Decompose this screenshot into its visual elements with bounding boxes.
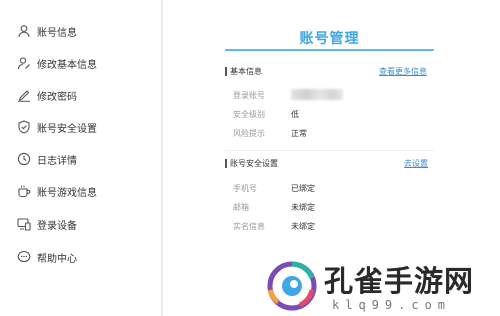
mug-icon <box>17 184 31 198</box>
row-label-risk-notice: 风险提示 <box>233 129 265 138</box>
peacock-logo-icon <box>266 260 318 312</box>
sidebar-item-label: 账号游戏信息 <box>37 187 97 199</box>
watermark-site-name: 孔雀手游网 <box>324 264 475 298</box>
sidebar-item-label: 日志详情 <box>37 155 77 167</box>
user-icon <box>17 24 31 38</box>
sidebar-item-edit-basic-info[interactable]: 修改基本信息 <box>17 52 97 74</box>
sidebar-item-label: 帮助中心 <box>37 253 77 265</box>
watermark-url: klq99.com <box>332 298 452 312</box>
sidebar-item-game-info[interactable]: 账号游戏信息 <box>17 180 97 202</box>
watermark: 孔雀手游网 klq99.com <box>262 258 500 316</box>
sidebar-item-security-settings[interactable]: 账号安全设置 <box>17 116 97 138</box>
user-edit-icon <box>17 56 31 70</box>
section-heading-basic-info: 基本信息 <box>225 67 262 76</box>
clock-icon <box>17 152 31 166</box>
phone-status-value: 已绑定 <box>291 184 315 193</box>
title-underline <box>225 49 434 51</box>
row-label-phone: 手机号 <box>233 184 257 193</box>
device-icon <box>17 217 31 231</box>
sidebar-item-label: 登录设备 <box>37 220 77 232</box>
pencil-icon <box>17 88 31 102</box>
login-account-value-blurred <box>291 89 343 100</box>
page-title: 账号管理 <box>299 31 360 47</box>
security-level-value: 低 <box>291 110 299 119</box>
section-divider <box>225 150 434 151</box>
row-label-real-name: 实名信息 <box>233 222 265 231</box>
sidebar-item-help-center[interactable]: 帮助中心 <box>17 246 77 268</box>
sidebar-item-login-devices[interactable]: 登录设备 <box>17 213 77 235</box>
sidebar-item-label: 修改密码 <box>37 91 77 103</box>
risk-notice-value: 正常 <box>291 129 307 138</box>
sidebar-item-account-info[interactable]: 账号信息 <box>17 20 77 42</box>
sidebar-item-label: 账号信息 <box>37 27 77 39</box>
view-more-info-link[interactable]: 查看更多信息 <box>379 66 427 77</box>
shield-icon <box>17 120 31 134</box>
sidebar-item-label: 修改基本信息 <box>37 59 97 71</box>
sidebar: 账号信息 修改基本信息 修改密码 账号安全设置 日志详情 账号游戏信息 登录设备… <box>0 0 162 316</box>
chat-icon <box>17 250 31 264</box>
go-settings-link[interactable]: 去设置 <box>404 158 428 169</box>
real-name-status-value: 未绑定 <box>291 222 315 231</box>
email-status-value: 未绑定 <box>291 203 315 212</box>
sidebar-item-change-password[interactable]: 修改密码 <box>17 84 77 106</box>
row-label-email: 邮箱 <box>233 203 249 212</box>
section-heading-account-security: 账号安全设置 <box>225 159 278 168</box>
row-label-login-account: 登录账号 <box>233 91 265 100</box>
sidebar-item-label: 账号安全设置 <box>37 123 97 135</box>
row-label-security-level: 安全级别 <box>233 110 265 119</box>
sidebar-item-log-details[interactable]: 日志详情 <box>17 148 77 170</box>
